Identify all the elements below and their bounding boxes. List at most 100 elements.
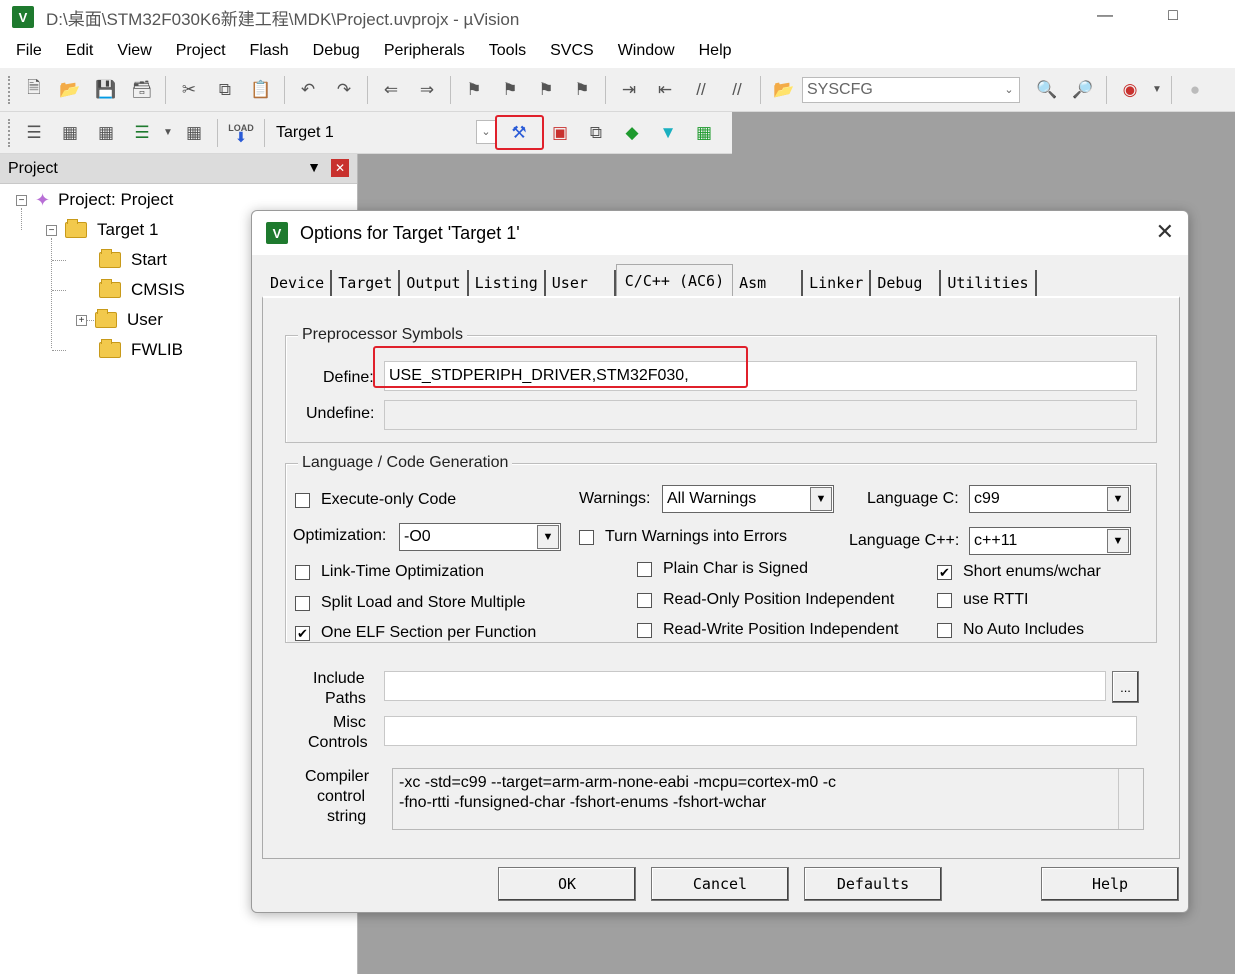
separator (605, 75, 606, 104)
ok-button[interactable]: OK (498, 867, 636, 901)
tree-item-group[interactable]: CMSIS (99, 276, 185, 304)
tab-target[interactable]: Target (332, 270, 401, 296)
save-icon[interactable]: 💾 (91, 75, 121, 105)
split-load-checkbox[interactable]: Split Load and Store Multiple (295, 594, 526, 612)
menu-project[interactable]: Project (164, 34, 238, 68)
cut-icon[interactable]: ✂ (174, 75, 204, 105)
menu-edit[interactable]: Edit (54, 34, 106, 68)
defaults-button[interactable]: Defaults (804, 867, 942, 901)
tree-item-group[interactable]: FWLIB (99, 336, 183, 364)
bookmark-prev-icon[interactable]: ⚑ (495, 75, 525, 105)
pin-icon[interactable]: ▼ (307, 159, 321, 175)
browse-button[interactable]: ... (1112, 671, 1139, 703)
bookmark-next-icon[interactable]: ⚑ (531, 75, 561, 105)
minimize-button[interactable]: — (1090, 4, 1120, 28)
paste-icon[interactable]: 📋 (246, 75, 276, 105)
uncomment-icon[interactable]: // (722, 75, 752, 105)
language-c-select[interactable]: c99 ▼ (969, 485, 1131, 513)
run-time-env-icon[interactable]: ▦ (689, 118, 719, 148)
save-all-icon[interactable]: 🗃 (127, 75, 157, 105)
no-auto-includes-checkbox[interactable]: No Auto Includes (937, 621, 1084, 639)
stop-build-icon[interactable]: ▦ (179, 118, 209, 148)
manage-project-items-icon[interactable]: ⧉ (581, 118, 611, 148)
pack-installer-icon[interactable]: ▼ (653, 118, 683, 148)
open-folder-icon[interactable]: 📂 (55, 75, 85, 105)
undefine-field[interactable] (384, 400, 1137, 430)
redo-icon[interactable]: ↷ (329, 75, 359, 105)
collapse-icon[interactable]: − (16, 194, 27, 206)
checkbox-label: Link-Time Optimization (321, 563, 485, 580)
menu-help[interactable]: Help (687, 34, 744, 68)
dropdown-arrow-icon[interactable]: ▼ (163, 118, 173, 148)
undo-icon[interactable]: ↶ (293, 75, 323, 105)
find-icon[interactable]: 🔎 (1068, 75, 1098, 105)
maximize-button[interactable]: □ (1158, 4, 1188, 28)
build-icon[interactable]: ▦ (55, 118, 85, 148)
dropdown-arrow-icon[interactable]: ▼ (1151, 75, 1163, 105)
bookmark-clear-icon[interactable]: ⚑ (567, 75, 597, 105)
close-icon[interactable]: ✕ (331, 159, 349, 177)
language-cpp-select[interactable]: c++11 ▼ (969, 527, 1131, 555)
expand-icon[interactable]: + (76, 314, 87, 326)
manage-components-icon[interactable]: ▣ (545, 118, 575, 148)
tab-debug[interactable]: Debug (871, 270, 942, 296)
copy-icon[interactable]: ⧉ (210, 75, 240, 105)
select-packs-icon[interactable]: ◆ (617, 118, 647, 148)
debug-session-icon[interactable]: ◉ (1115, 75, 1145, 105)
menu-svcs[interactable]: SVCS (538, 34, 606, 68)
tab-listing[interactable]: Listing (469, 270, 546, 296)
execute-only-checkbox[interactable]: Execute-only Code (295, 491, 456, 509)
optimization-select[interactable]: -O0 ▼ (399, 523, 561, 551)
collapse-icon[interactable]: − (46, 224, 57, 236)
new-file-icon[interactable]: 🗎 (19, 75, 49, 105)
target-combo[interactable]: Target 1 ⌄ (270, 119, 496, 146)
menu-window[interactable]: Window (606, 34, 687, 68)
breakpoint-icon[interactable]: ● (1180, 75, 1210, 105)
one-elf-checkbox[interactable]: ✔ One ELF Section per Function (295, 624, 536, 642)
tab-asm[interactable]: Asm (733, 270, 804, 296)
tab-device[interactable]: Device (264, 270, 333, 296)
tab-cc-ac6[interactable]: C/C++ (AC6) (615, 264, 734, 296)
tree-item-project-root[interactable]: − ✦ Project: Project (16, 186, 173, 214)
indent-icon[interactable]: ⇥ (614, 75, 644, 105)
navigate-back-icon[interactable]: ⇐ (376, 75, 406, 105)
tree-item-group[interactable]: + User (76, 306, 163, 334)
peripheral-combo[interactable]: SYSCFG ⌄ (802, 76, 1020, 103)
menu-debug[interactable]: Debug (301, 34, 372, 68)
ropi-checkbox[interactable]: Read-Only Position Independent (637, 591, 894, 609)
download-load-icon[interactable]: LOAD ⬇ (226, 118, 256, 148)
menu-view[interactable]: View (105, 34, 163, 68)
rtti-checkbox[interactable]: use RTTI (937, 591, 1029, 609)
lto-checkbox[interactable]: Link-Time Optimization (295, 563, 484, 581)
compiler-control-string[interactable]: -xc -std=c99 --target=arm-arm-none-eabi … (392, 768, 1144, 830)
tree-item-group[interactable]: Start (99, 246, 167, 274)
tab-utilities[interactable]: Utilities (941, 270, 1037, 296)
comment-icon[interactable]: // (686, 75, 716, 105)
turn-warnings-checkbox[interactable]: Turn Warnings into Errors (579, 528, 787, 546)
incremental-find-icon[interactable]: 🔍 (1032, 75, 1062, 105)
rebuild-icon[interactable]: ▦ (91, 118, 121, 148)
menu-tools[interactable]: Tools (477, 34, 538, 68)
menu-peripherals[interactable]: Peripherals (372, 34, 477, 68)
unindent-icon[interactable]: ⇤ (650, 75, 680, 105)
warnings-select[interactable]: All Warnings ▼ (662, 485, 834, 513)
menu-flash[interactable]: Flash (238, 34, 301, 68)
include-paths-field[interactable] (384, 671, 1106, 701)
find-in-files-icon[interactable]: 📂 (769, 75, 799, 105)
menu-file[interactable]: File (4, 34, 54, 68)
batch-build-icon[interactable]: ☰ (127, 118, 157, 148)
rwpi-checkbox[interactable]: Read-Write Position Independent (637, 621, 898, 639)
cancel-button[interactable]: Cancel (651, 867, 789, 901)
tree-item-target[interactable]: − Target 1 (46, 216, 158, 244)
tab-linker[interactable]: Linker (803, 270, 872, 296)
help-button[interactable]: Help (1041, 867, 1179, 901)
tab-output[interactable]: Output (400, 270, 469, 296)
close-icon[interactable]: ✕ (1156, 219, 1174, 245)
short-enums-checkbox[interactable]: ✔ Short enums/wchar (937, 563, 1101, 581)
misc-controls-field[interactable] (384, 716, 1137, 746)
bookmark-icon[interactable]: ⚑ (459, 75, 489, 105)
tab-user[interactable]: User (546, 270, 616, 296)
navigate-forward-icon[interactable]: ⇒ (412, 75, 442, 105)
plain-char-checkbox[interactable]: Plain Char is Signed (637, 560, 808, 578)
translate-icon[interactable]: ☰ (19, 118, 49, 148)
